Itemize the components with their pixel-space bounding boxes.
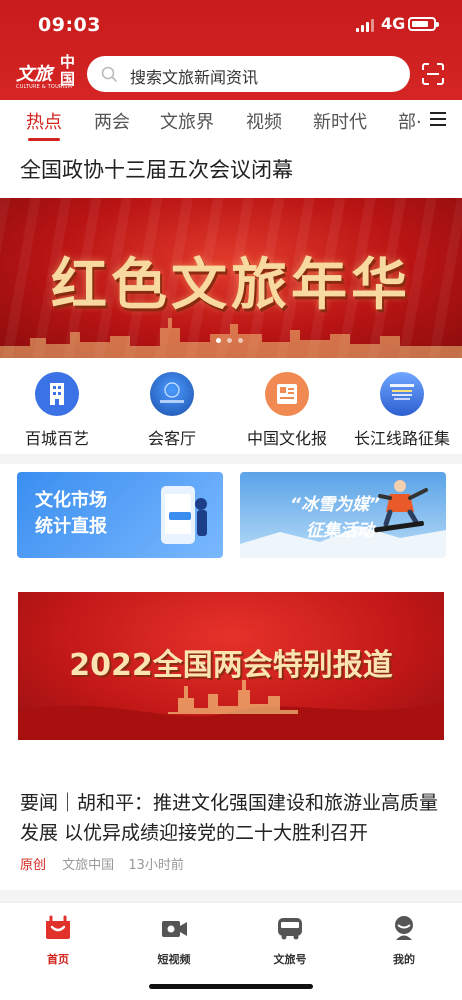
nav-label: 短视频: [157, 953, 191, 966]
scan-icon[interactable]: [421, 62, 445, 86]
home-icon: [46, 915, 70, 939]
quick-link-huiketing[interactable]: 会客厅: [117, 372, 227, 449]
headline-text: 全国政协十三届五次会议闭幕: [20, 158, 293, 182]
battery-icon: [408, 17, 439, 31]
logo-side-text: 中国: [60, 53, 76, 88]
tab-hot[interactable]: 热点: [26, 108, 62, 134]
network-type: 4G: [381, 14, 406, 33]
tab-wenlvjie[interactable]: 文旅界: [160, 108, 214, 134]
event-banner-title: 2022全国两会特别报道: [69, 648, 393, 683]
quick-link-changjiang[interactable]: 长江线路征集: [347, 372, 457, 449]
active-tab-indicator: [28, 138, 60, 141]
quick-links: 百城百艺 会客厅 中国文化报 长江线路征集: [0, 358, 462, 454]
quick-link-label: 长江线路征集: [353, 429, 450, 448]
nav-label: 我的: [393, 953, 415, 966]
nav-short-video[interactable]: 短视频: [134, 915, 214, 967]
menu-icon[interactable]: [430, 112, 446, 128]
logo-subtitle: CULTURE & TOURISM: [16, 84, 73, 90]
news-article[interactable]: 要闻｜胡和平：推进文化强国建设和旅游业高质量发展 以优异成绩迎接党的二十大胜利召…: [0, 754, 462, 890]
carousel-dot[interactable]: [238, 338, 243, 343]
promo-market-stats[interactable]: 文化市场 统计直报: [17, 472, 223, 558]
poster-icon: [380, 372, 424, 416]
article-source: 文旅中国: [62, 858, 115, 873]
original-badge: 原创: [20, 858, 47, 873]
search-icon: [101, 66, 117, 82]
event-banner-section: 2022全国两会特别报道: [0, 574, 462, 754]
status-bar: 09:03 4G: [0, 0, 462, 48]
hero-banner[interactable]: 红色文旅年华: [0, 198, 462, 358]
newspaper-icon: [265, 372, 309, 416]
nav-label: 文旅号: [273, 953, 307, 966]
profile-icon: [395, 916, 413, 940]
category-tabs: 热点 两会 文旅界 视频 新时代 部·: [0, 100, 462, 142]
promo-cards: 文化市场 统计直报 “冰雪为媒” 征集活动: [0, 464, 462, 574]
carousel-dot[interactable]: [227, 338, 232, 343]
tab-video[interactable]: 视频: [246, 108, 282, 134]
article-time: 13小时前: [128, 858, 184, 873]
battery-level: [412, 21, 428, 27]
banner-title: 红色文旅年华: [51, 252, 411, 318]
quick-link-label: 百城百艺: [24, 429, 89, 448]
event-banner[interactable]: 2022全国两会特别报道: [18, 592, 444, 740]
top-headline[interactable]: 全国政协十三届五次会议闭幕: [0, 142, 462, 198]
building-icon: [35, 372, 79, 416]
promo-line: 统计直报: [35, 516, 107, 537]
app-logo[interactable]: 文旅 中国 CULTURE & TOURISM: [14, 54, 80, 96]
nav-profile[interactable]: 我的: [364, 915, 444, 967]
carousel-dots: [216, 338, 243, 343]
logo-main-text: 文旅: [16, 64, 52, 85]
promo-market-stats-text: 文化市场 统计直报: [35, 488, 107, 540]
search-bar[interactable]: 搜索文旅新闻资讯: [87, 56, 410, 92]
tab-lianghui[interactable]: 两会: [94, 108, 130, 134]
home-indicator: [149, 984, 313, 989]
carousel-dot[interactable]: [216, 338, 221, 343]
promo-line: 文化市场: [35, 490, 107, 511]
quick-link-newspaper[interactable]: 中国文化报: [232, 372, 342, 449]
tab-new-era[interactable]: 新时代: [313, 108, 367, 134]
app-header: 09:03 4G 文旅 中国 CULTURE & TOURISM 搜索文旅新闻资…: [0, 0, 462, 100]
nav-wenlv-account[interactable]: 文旅号: [250, 915, 330, 967]
snowboarder-icon: [374, 480, 428, 533]
quick-link-label: 中国文化报: [246, 429, 327, 448]
tab-department[interactable]: 部·: [398, 108, 422, 134]
bus-icon: [278, 918, 302, 940]
video-camera-icon: [162, 921, 187, 937]
globe-logo-icon: [150, 372, 194, 416]
article-title: 要闻｜胡和平：推进文化强国建设和旅游业高质量发展 以优异成绩迎接党的二十大胜利召…: [20, 792, 439, 844]
signal-icon: [356, 18, 374, 32]
nav-home[interactable]: 首页: [18, 915, 98, 967]
article-meta: 原创 文旅中国 13小时前: [20, 854, 184, 873]
promo-ice-snow[interactable]: “冰雪为媒” 征集活动: [240, 472, 446, 558]
quick-link-label: 会客厅: [147, 429, 196, 448]
search-placeholder: 搜索文旅新闻资讯: [130, 68, 259, 87]
status-time: 09:03: [38, 14, 101, 36]
nav-label: 首页: [47, 953, 69, 966]
quick-link-baicheng[interactable]: 百城百艺: [2, 372, 112, 449]
phone-illustration-icon: [161, 486, 207, 544]
